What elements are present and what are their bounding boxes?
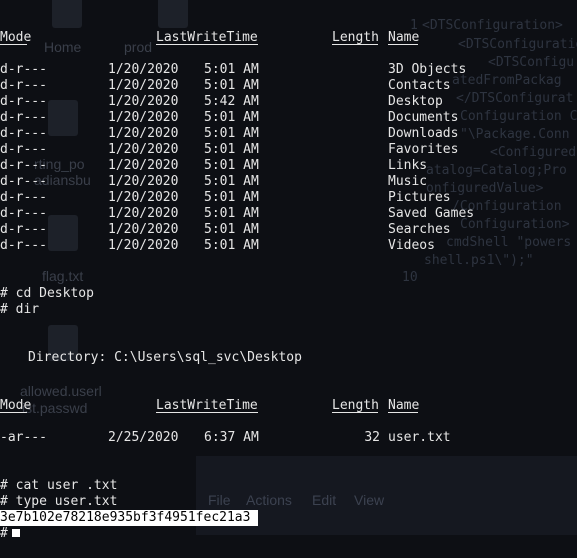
entry-time: 5:01 AM — [204, 62, 259, 77]
entry-time: 5:01 AM — [204, 110, 259, 125]
entry-name: user.txt — [388, 430, 451, 445]
entry-date: 1/20/2020 — [108, 62, 179, 77]
header-underline — [156, 44, 258, 45]
entry-name: Searches — [388, 222, 451, 237]
entry-mode: d-r--- — [0, 126, 47, 141]
listing-row: d-r--- 1/20/2020 5:01 AM Downloads — [0, 126, 577, 142]
entry-name: 3D Objects — [388, 62, 467, 77]
terminal-output[interactable]: Mode LastWriteTime Length Name d-r--- 1/2… — [0, 0, 577, 541]
entry-time: 5:01 AM — [204, 238, 259, 253]
entry-mode: d-r--- — [0, 238, 47, 253]
header-underline — [388, 44, 418, 45]
entry-length: 32 — [364, 430, 380, 445]
entry-time: 5:01 AM — [204, 206, 259, 221]
entry-date: 2/25/2020 — [108, 430, 179, 445]
listing-row: d-r--- 1/20/2020 5:01 AM Documents — [0, 110, 577, 126]
listing-row: d-r--- 1/20/2020 5:01 AM 3D Objects — [0, 62, 577, 78]
entry-mode: d-r--- — [0, 190, 47, 205]
entry-date: 1/20/2020 — [108, 222, 179, 237]
entry-mode: d-r--- — [0, 174, 47, 189]
entry-date: 1/20/2020 — [108, 174, 179, 189]
listing-row: -ar--- 2/25/2020 6:37 AM 32 user.txt — [0, 430, 577, 446]
command-line: # dir — [0, 302, 40, 317]
entry-mode: d-r--- — [0, 222, 47, 237]
entry-mode: -ar--- — [0, 430, 47, 445]
selected-flag-text[interactable]: 3e7b102e78218e935bf3f4951fec21a3 — [0, 510, 259, 526]
entry-time: 5:01 AM — [204, 126, 259, 141]
entry-name: Documents — [388, 110, 459, 125]
listing-row: d-r--- 1/20/2020 5:01 AM Music — [0, 174, 577, 190]
header-underline — [0, 44, 27, 45]
entry-name: Music — [388, 174, 428, 189]
listing-row: d-r--- 1/20/2020 5:01 AM Videos — [0, 238, 577, 254]
listing-row: d-r--- 1/20/2020 5:01 AM Links — [0, 158, 577, 174]
entry-mode: d-r--- — [0, 110, 47, 125]
entry-name: Contacts — [388, 78, 451, 93]
header-underline — [156, 412, 258, 413]
entry-date: 1/20/2020 — [108, 126, 179, 141]
entry-name: Links — [388, 158, 428, 173]
entry-time: 5:01 AM — [204, 158, 259, 173]
entry-time: 5:01 AM — [204, 222, 259, 237]
entry-date: 1/20/2020 — [108, 78, 179, 93]
entry-mode: d-r--- — [0, 206, 47, 221]
header-underline — [0, 412, 27, 413]
listing-row: d-r--- 1/20/2020 5:01 AM Favorites — [0, 142, 577, 158]
entry-mode: d-r--- — [0, 78, 47, 93]
entry-date: 1/20/2020 — [108, 158, 179, 173]
command-line: # cd Desktop — [0, 286, 94, 301]
entry-name: Saved Games — [388, 206, 475, 221]
entry-mode: d-r--- — [0, 142, 47, 157]
entry-mode: d-r--- — [0, 158, 47, 173]
entry-name: Desktop — [388, 94, 443, 109]
entry-mode: d-r--- — [0, 94, 47, 109]
entry-time: 5:01 AM — [204, 78, 259, 93]
directory-path: Directory: C:\Users\sql_svc\Desktop — [28, 350, 302, 365]
entry-date: 1/20/2020 — [108, 110, 179, 125]
entry-name: Downloads — [388, 126, 459, 141]
listing-header: Mode LastWriteTime Length Name — [0, 398, 577, 414]
terminal-cursor — [12, 529, 20, 537]
entry-date: 1/20/2020 — [108, 94, 179, 109]
entry-date: 1/20/2020 — [108, 238, 179, 253]
entry-name: Pictures — [388, 190, 451, 205]
entry-date: 1/20/2020 — [108, 190, 179, 205]
entry-time: 5:01 AM — [204, 174, 259, 189]
entry-mode: d-r--- — [0, 62, 47, 77]
entry-time: 5:42 AM — [204, 94, 259, 109]
entry-name: Videos — [388, 238, 435, 253]
command-prompt: # — [0, 526, 8, 541]
listing-row: d-r--- 1/20/2020 5:01 AM Searches — [0, 222, 577, 238]
command-line: # type user.txt — [0, 494, 118, 509]
listing-row: d-r--- 1/20/2020 5:42 AM Desktop — [0, 94, 577, 110]
listing-row: d-r--- 1/20/2020 5:01 AM Contacts — [0, 78, 577, 94]
listing-row: d-r--- 1/20/2020 5:01 AM Pictures — [0, 190, 577, 206]
command-line: # cat user .txt — [0, 478, 118, 493]
header-underline — [332, 44, 378, 45]
listing-row: d-r--- 1/20/2020 5:01 AM Saved Games — [0, 206, 577, 222]
entry-name: Favorites — [388, 142, 459, 157]
header-underline — [388, 412, 418, 413]
header-underline — [332, 412, 378, 413]
listing-header: Mode LastWriteTime Length Name — [0, 30, 577, 46]
entry-time: 5:01 AM — [204, 190, 259, 205]
entry-date: 1/20/2020 — [108, 142, 179, 157]
entry-time: 5:01 AM — [204, 142, 259, 157]
entry-date: 1/20/2020 — [108, 206, 179, 221]
entry-time: 6:37 AM — [204, 430, 259, 445]
